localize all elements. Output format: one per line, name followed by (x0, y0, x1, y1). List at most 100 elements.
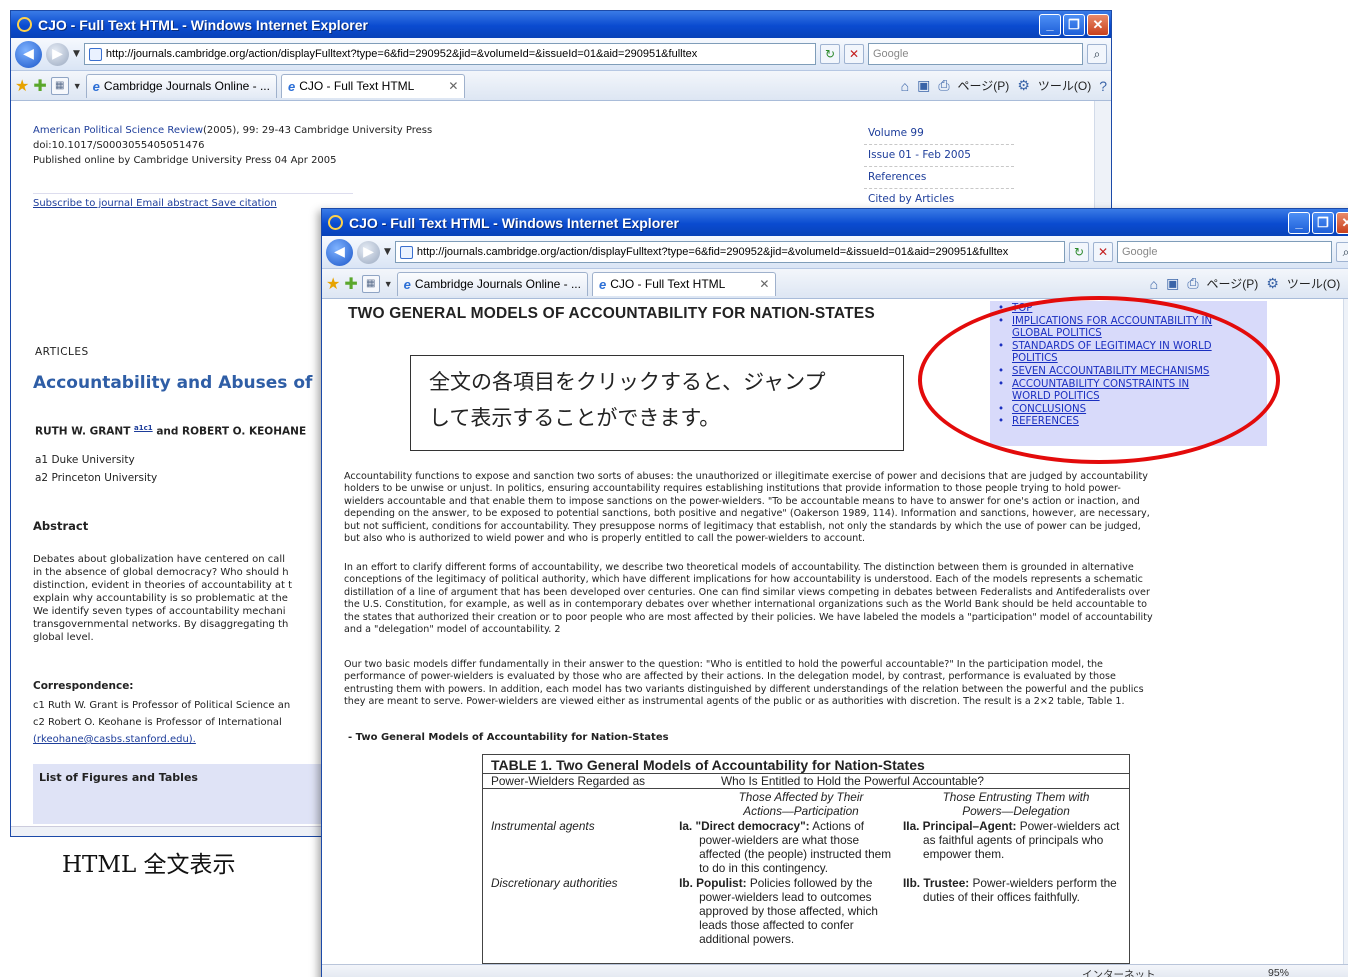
tools-menu[interactable]: ツール(O) (1038, 77, 1091, 94)
row-label: Discretionary authorities (491, 876, 618, 890)
subscribe-link[interactable]: Subscribe to journal (33, 198, 133, 209)
issue-link[interactable]: Issue 01 - Feb 2005 (864, 145, 1014, 167)
abstract-line: global level. (33, 632, 94, 643)
text-line: and a "delegation" model of accountabili… (344, 624, 561, 636)
maximize-button[interactable]: ❐ (1063, 13, 1085, 36)
tab-cjo-full-text[interactable]: e CJO - Full Text HTML ✕ (591, 271, 777, 296)
volume-link[interactable]: Volume 99 (864, 123, 1014, 145)
tab-list-dropdown-icon[interactable]: ▼ (73, 81, 82, 91)
forward-nav-icon[interactable]: ▶ (357, 240, 380, 264)
save-citation-link[interactable]: Save citation (212, 198, 277, 209)
help-icon[interactable]: ? (1099, 78, 1107, 94)
back-title-bar: CJO - Full Text HTML - Windows Internet … (11, 11, 1111, 38)
text-line: the U.S. Constitution, for example, as w… (344, 599, 1148, 611)
print-icon[interactable]: ⎙ (938, 77, 949, 94)
ie-logo-icon (17, 17, 32, 32)
page-menu[interactable]: ページ(P) (1207, 275, 1259, 292)
back-nav-icon[interactable]: ◀ (15, 40, 42, 68)
add-favorites-icon[interactable]: ✚ (33, 76, 46, 96)
tab-cjo-full-text[interactable]: e CJO - Full Text HTML ✕ (280, 73, 466, 98)
journal-link[interactable]: American Political Science Review (33, 125, 203, 136)
favorites-star-icon[interactable]: ★ (326, 274, 340, 294)
stop-icon[interactable]: ✕ (1093, 242, 1113, 262)
back-url-field[interactable]: http://journals.cambridge.org/action/dis… (83, 43, 816, 65)
header-line: Those Affected by Their (738, 790, 864, 804)
refresh-icon[interactable]: ↻ (820, 44, 840, 64)
article-title: Accountability and Abuses of (33, 373, 313, 393)
tab-cambridge-journals[interactable]: e Cambridge Journals Online - ... (85, 73, 277, 98)
search-icon[interactable]: ⌕ (1087, 44, 1107, 64)
minimize-button[interactable]: _ (1288, 211, 1310, 234)
text-line: conceptions of the legitimacy of politic… (344, 574, 1143, 586)
article-authors: RUTH W. GRANT a1c1 and ROBERT O. KEOHANE (35, 424, 306, 438)
callout-line: 全文の各項目をクリックすると、ジャンプ (429, 370, 826, 394)
text-line: they are meant to serve. Power-wielders … (344, 696, 1125, 708)
forward-nav-icon[interactable]: ▶ (46, 42, 69, 66)
table-row: Instrumental agents Ia. "Direct democrac… (483, 819, 1129, 875)
history-dropdown-icon[interactable]: ▼ (384, 247, 391, 257)
email-link[interactable]: (rkeohane@casbs.stanford.edu). (33, 734, 196, 745)
tab-list-dropdown-icon[interactable]: ▼ (384, 279, 393, 289)
front-scrollbar[interactable] (1343, 299, 1348, 964)
table-subheader-row: Those Affected by Their Actions—Participa… (483, 789, 1129, 818)
citation-text: (2005), 99: 29-43 Cambridge University P… (203, 125, 433, 136)
refresh-icon[interactable]: ↻ (1069, 242, 1089, 262)
internet-zone-label: インターネット (1082, 969, 1156, 977)
text-line: Accountability functions to expose and s… (344, 471, 1148, 482)
close-tab-icon[interactable]: ✕ (759, 277, 769, 291)
minimize-button[interactable]: _ (1039, 13, 1061, 36)
abstract-line: distinction, evident in theories of acco… (33, 580, 293, 591)
quick-tabs-icon[interactable]: ▦ (50, 76, 69, 95)
print-icon[interactable]: ⎙ (1187, 275, 1198, 292)
text-line: but also who is authorized to wield powe… (344, 533, 866, 545)
maximize-button[interactable]: ❐ (1312, 211, 1334, 234)
favorites-star-icon[interactable]: ★ (15, 76, 29, 96)
publication-info: American Political Science Review(2005),… (33, 123, 432, 168)
back-command-bar: ⌂ ▣ ⎙ ページ(P) ⚙ ツール(O) ? (901, 77, 1107, 94)
figures-tables-box: List of Figures and Tables (33, 764, 333, 824)
close-tab-icon[interactable]: ✕ (448, 79, 458, 93)
table-cell: IIb. Trustee: Power-wielders perform the… (903, 876, 1121, 946)
text-line: distillation of a line of argument that … (344, 586, 1150, 598)
front-search-input[interactable]: Google (1117, 241, 1332, 263)
tab-cambridge-journals[interactable]: e Cambridge Journals Online - ... (396, 271, 588, 296)
header-line: Powers—Delegation (962, 804, 1070, 818)
page-menu[interactable]: ページ(P) (958, 77, 1010, 94)
front-url-field[interactable]: http://journals.cambridge.org/action/dis… (394, 241, 1065, 263)
back-nav-icon[interactable]: ◀ (326, 238, 353, 266)
close-button[interactable]: ✕ (1336, 211, 1348, 234)
home-icon[interactable]: ⌂ (1150, 276, 1158, 292)
cell-title: Ib. Populist: (679, 876, 747, 890)
front-page-content: TWO GENERAL MODELS OF ACCOUNTABILITY FOR… (322, 296, 1348, 977)
text-line: but not sufficient, conditions for accou… (344, 520, 1141, 532)
ie-tab-icon: e (92, 78, 100, 94)
references-link[interactable]: References (864, 167, 1014, 189)
gear-icon[interactable]: ⚙ (1266, 275, 1279, 292)
home-icon[interactable]: ⌂ (901, 78, 909, 94)
gear-icon[interactable]: ⚙ (1017, 77, 1030, 94)
back-search-input[interactable]: Google (868, 43, 1083, 65)
highlight-ellipse (918, 296, 1280, 464)
table-cell: IIa. Principal–Agent: Power-wielders act… (903, 819, 1121, 875)
stop-icon[interactable]: ✕ (844, 44, 864, 64)
author-footnote-link[interactable]: a1c1 (134, 424, 153, 432)
quick-tabs-icon[interactable]: ▦ (361, 274, 380, 293)
cell-title: Ia. "Direct democracy": (679, 819, 810, 833)
feeds-icon[interactable]: ▣ (1166, 275, 1179, 292)
back-address-bar: ◀ ▶ ▼ http://journals.cambridge.org/acti… (11, 38, 1111, 71)
feeds-icon[interactable]: ▣ (917, 77, 930, 94)
add-favorites-icon[interactable]: ✚ (344, 274, 357, 294)
header-cell: Those Entrusting Them with Powers—Delegat… (911, 790, 1121, 818)
abstract-line: transgovernmental networks. By disaggreg… (33, 619, 289, 630)
section-heading: TWO GENERAL MODELS OF ACCOUNTABILITY FOR… (348, 305, 875, 322)
paragraph-1: Accountability functions to expose and s… (344, 471, 1244, 545)
email-abstract-link[interactable]: Email abstract (136, 198, 208, 209)
tools-menu[interactable]: ツール(O) (1287, 275, 1340, 292)
history-dropdown-icon[interactable]: ▼ (73, 49, 80, 59)
correspondence-line: c1 Ruth W. Grant is Professor of Politic… (33, 700, 291, 711)
header-cell: Those Affected by Their Actions—Participa… (691, 790, 911, 818)
zoom-level[interactable]: 95% (1268, 967, 1289, 977)
ie-tab-icon: e (287, 78, 296, 94)
close-button[interactable]: ✕ (1087, 13, 1109, 36)
search-icon[interactable]: ⌕ (1336, 242, 1348, 262)
